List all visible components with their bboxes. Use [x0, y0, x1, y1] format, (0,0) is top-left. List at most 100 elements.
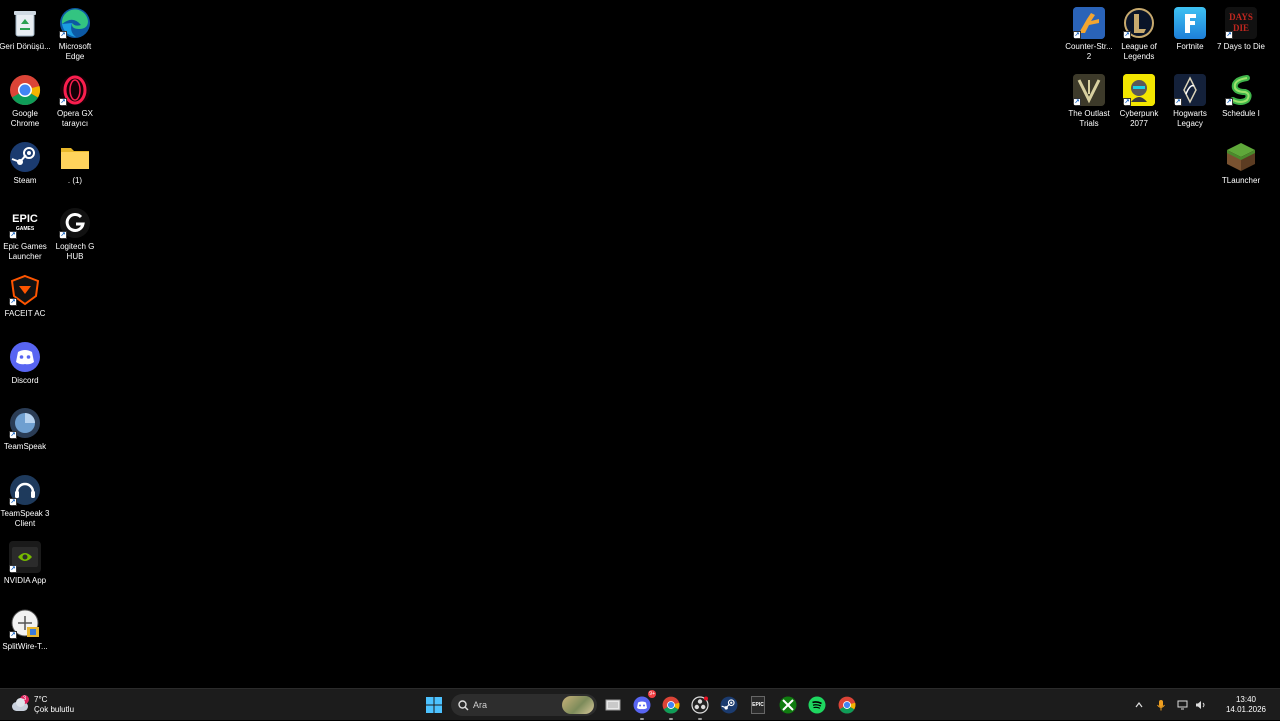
spotify-icon [808, 696, 826, 714]
desktop-icon-recycle-bin[interactable]: Geri Dönüşü... [0, 3, 51, 67]
desktop-icon-label: Opera GX tarayıcı [56, 109, 93, 128]
desktop-icon-cyberpunk-2077[interactable]: ↗ Cyberpunk 2077 [1114, 70, 1164, 134]
discord-taskbar-button[interactable]: 9+ [630, 690, 656, 720]
desktop-icon-teamspeak-3-client[interactable]: ↗ TeamSpeak 3 Client [0, 470, 50, 534]
weather-condition: Çok bulutlu [34, 705, 75, 714]
desktop-icon-label: TLauncher [1221, 176, 1261, 185]
desktop-icon-label: The Outlast Trials [1068, 109, 1110, 128]
desktop-icon-the-outlast-trials[interactable]: ↗ The Outlast Trials [1064, 70, 1114, 134]
clock-date: 14.01.2026 [1225, 705, 1267, 714]
steam-icon [9, 141, 41, 173]
clock[interactable]: 13:40 14.01.2026 [1216, 695, 1276, 715]
task-view-icon [605, 699, 621, 711]
shortcut-arrow-icon: ↗ [1225, 31, 1233, 39]
desktop-icon-label: TeamSpeak [3, 442, 47, 451]
chrome-taskbar-button-2[interactable] [835, 693, 859, 717]
desktop-icon-label: Fortnite [1176, 42, 1204, 51]
microphone-icon[interactable] [1152, 696, 1170, 714]
teamspeak-3-client-icon: ↗ [9, 474, 41, 506]
chrome-taskbar-button[interactable] [659, 693, 683, 720]
chevron-up-icon[interactable] [1130, 696, 1148, 714]
desktop-icon-logitech-g-hub[interactable]: ↗ Logitech G HUB [50, 203, 100, 267]
search-icon [458, 699, 469, 710]
discord-icon [633, 696, 651, 714]
svg-text:DAYS: DAYS [1229, 12, 1253, 22]
hogwarts-legacy-icon: ↗ [1174, 74, 1206, 106]
taskbar-search[interactable]: Ara [451, 694, 597, 716]
search-highlight-image [562, 696, 594, 714]
shortcut-arrow-icon: ↗ [1073, 98, 1081, 106]
epic-taskbar-button[interactable]: EPIC [746, 693, 770, 717]
desktop-icon-label: TeamSpeak 3 Client [0, 509, 50, 528]
desktop-icon-folder[interactable]: . (1) [50, 137, 100, 201]
desktop-icon-nvidia-app[interactable]: ↗ NVIDIA App [0, 537, 50, 601]
xbox-icon [779, 696, 797, 714]
desktop-icon-counter-strike-2[interactable]: ↗ Counter-Str... 2 [1064, 3, 1114, 67]
spotify-taskbar-button[interactable] [805, 693, 829, 717]
shortcut-arrow-icon: ↗ [59, 31, 67, 39]
obs-taskbar-button[interactable] [688, 693, 712, 720]
shortcut-arrow-icon: ↗ [1225, 98, 1233, 106]
desktop-icon-label: Microsoft Edge [58, 42, 92, 61]
shortcut-arrow-icon: ↗ [9, 231, 17, 239]
desktop[interactable]: Geri Dönüşü... Google Chrome Steam EPIC G… [0, 0, 1280, 688]
desktop-icon-label: Epic Games Launcher [3, 242, 47, 261]
shortcut-arrow-icon: ↗ [1123, 98, 1131, 106]
obs-icon [691, 696, 709, 714]
unread-badge: 9+ [648, 690, 656, 698]
desktop-icon-label: Schedule I [1222, 109, 1260, 118]
desktop-icon-teamspeak[interactable]: ↗ TeamSpeak [0, 403, 50, 467]
recycle-bin-icon [9, 7, 41, 39]
desktop-icon-faceit-ac[interactable]: ↗ FACEIT AC [0, 270, 50, 334]
microsoft-edge-icon: ↗ [59, 7, 91, 39]
desktop-icon-microsoft-edge[interactable]: ↗ Microsoft Edge [50, 3, 100, 67]
desktop-icon-label: Counter-Str... 2 [1065, 42, 1113, 61]
desktop-icon-epic-games[interactable]: EPIC GAMES ↗ Epic Games Launcher [0, 203, 50, 267]
xbox-taskbar-button[interactable] [776, 693, 800, 717]
volume-icon[interactable] [1192, 696, 1210, 714]
cyberpunk-2077-icon: ↗ [1123, 74, 1155, 106]
desktop-icon-label: Steam [13, 176, 37, 185]
folder-icon [59, 141, 91, 173]
desktop-icon-schedule-1[interactable]: ↗ Schedule I [1216, 70, 1266, 134]
desktop-icon-hogwarts-legacy[interactable]: ↗ Hogwarts Legacy [1165, 70, 1215, 134]
desktop-icon-discord[interactable]: Discord [0, 337, 50, 401]
steam-icon [720, 696, 738, 714]
counter-strike-2-icon: ↗ [1073, 7, 1105, 39]
shortcut-arrow-icon: ↗ [59, 98, 67, 106]
shortcut-arrow-icon: ↗ [1174, 98, 1182, 106]
tlauncher-icon [1225, 141, 1257, 173]
shortcut-arrow-icon: ↗ [9, 565, 17, 573]
chrome-icon [662, 696, 680, 714]
network-icon[interactable] [1174, 696, 1192, 714]
weather-widget[interactable]: 3 7°C Çok bulutlu [10, 692, 74, 718]
system-tray: 13:40 14.01.2026 [1130, 689, 1280, 721]
discord-icon [9, 341, 41, 373]
shortcut-arrow-icon: ↗ [9, 631, 17, 639]
start-button[interactable] [422, 693, 446, 717]
weather-temp: 7°C [34, 695, 48, 704]
svg-text:GAMES: GAMES [16, 226, 35, 232]
desktop-icon-league-of-legends[interactable]: ↗ League of Legends [1114, 3, 1164, 67]
logitech-g-hub-icon: ↗ [59, 207, 91, 239]
desktop-icon-label: League of Legends [1121, 42, 1157, 61]
desktop-icon-steam[interactable]: Steam [0, 137, 50, 201]
desktop-icon-splitwire[interactable]: ↗ SplitWire-T... [0, 603, 50, 667]
desktop-icon-label: Hogwarts Legacy [1173, 109, 1207, 128]
desktop-icon-google-chrome[interactable]: Google Chrome [0, 70, 50, 134]
desktop-icon-tlauncher[interactable]: TLauncher [1216, 137, 1266, 201]
opera-gx-icon: ↗ [59, 74, 91, 106]
google-chrome-icon [9, 74, 41, 106]
desktop-icon-fortnite[interactable]: Fortnite [1165, 3, 1215, 67]
chrome-icon [838, 696, 856, 714]
desktop-icon-opera-gx[interactable]: ↗ Opera GX tarayıcı [50, 70, 100, 134]
taskbar: 3 7°C Çok bulutlu Ara 9+ EPIC 13:40 14.0… [0, 688, 1280, 720]
notification-badge: 3 [20, 695, 29, 704]
desktop-icon-label: Google Chrome [10, 109, 40, 128]
task-view-button[interactable] [601, 693, 625, 717]
desktop-icon-7-days-to-die[interactable]: DAYS DIE ↗ 7 Days to Die [1216, 3, 1266, 67]
faceit-ac-icon: ↗ [9, 274, 41, 306]
epic-label: EPIC [752, 702, 764, 708]
shortcut-arrow-icon: ↗ [9, 498, 17, 506]
steam-taskbar-button[interactable] [717, 693, 741, 717]
